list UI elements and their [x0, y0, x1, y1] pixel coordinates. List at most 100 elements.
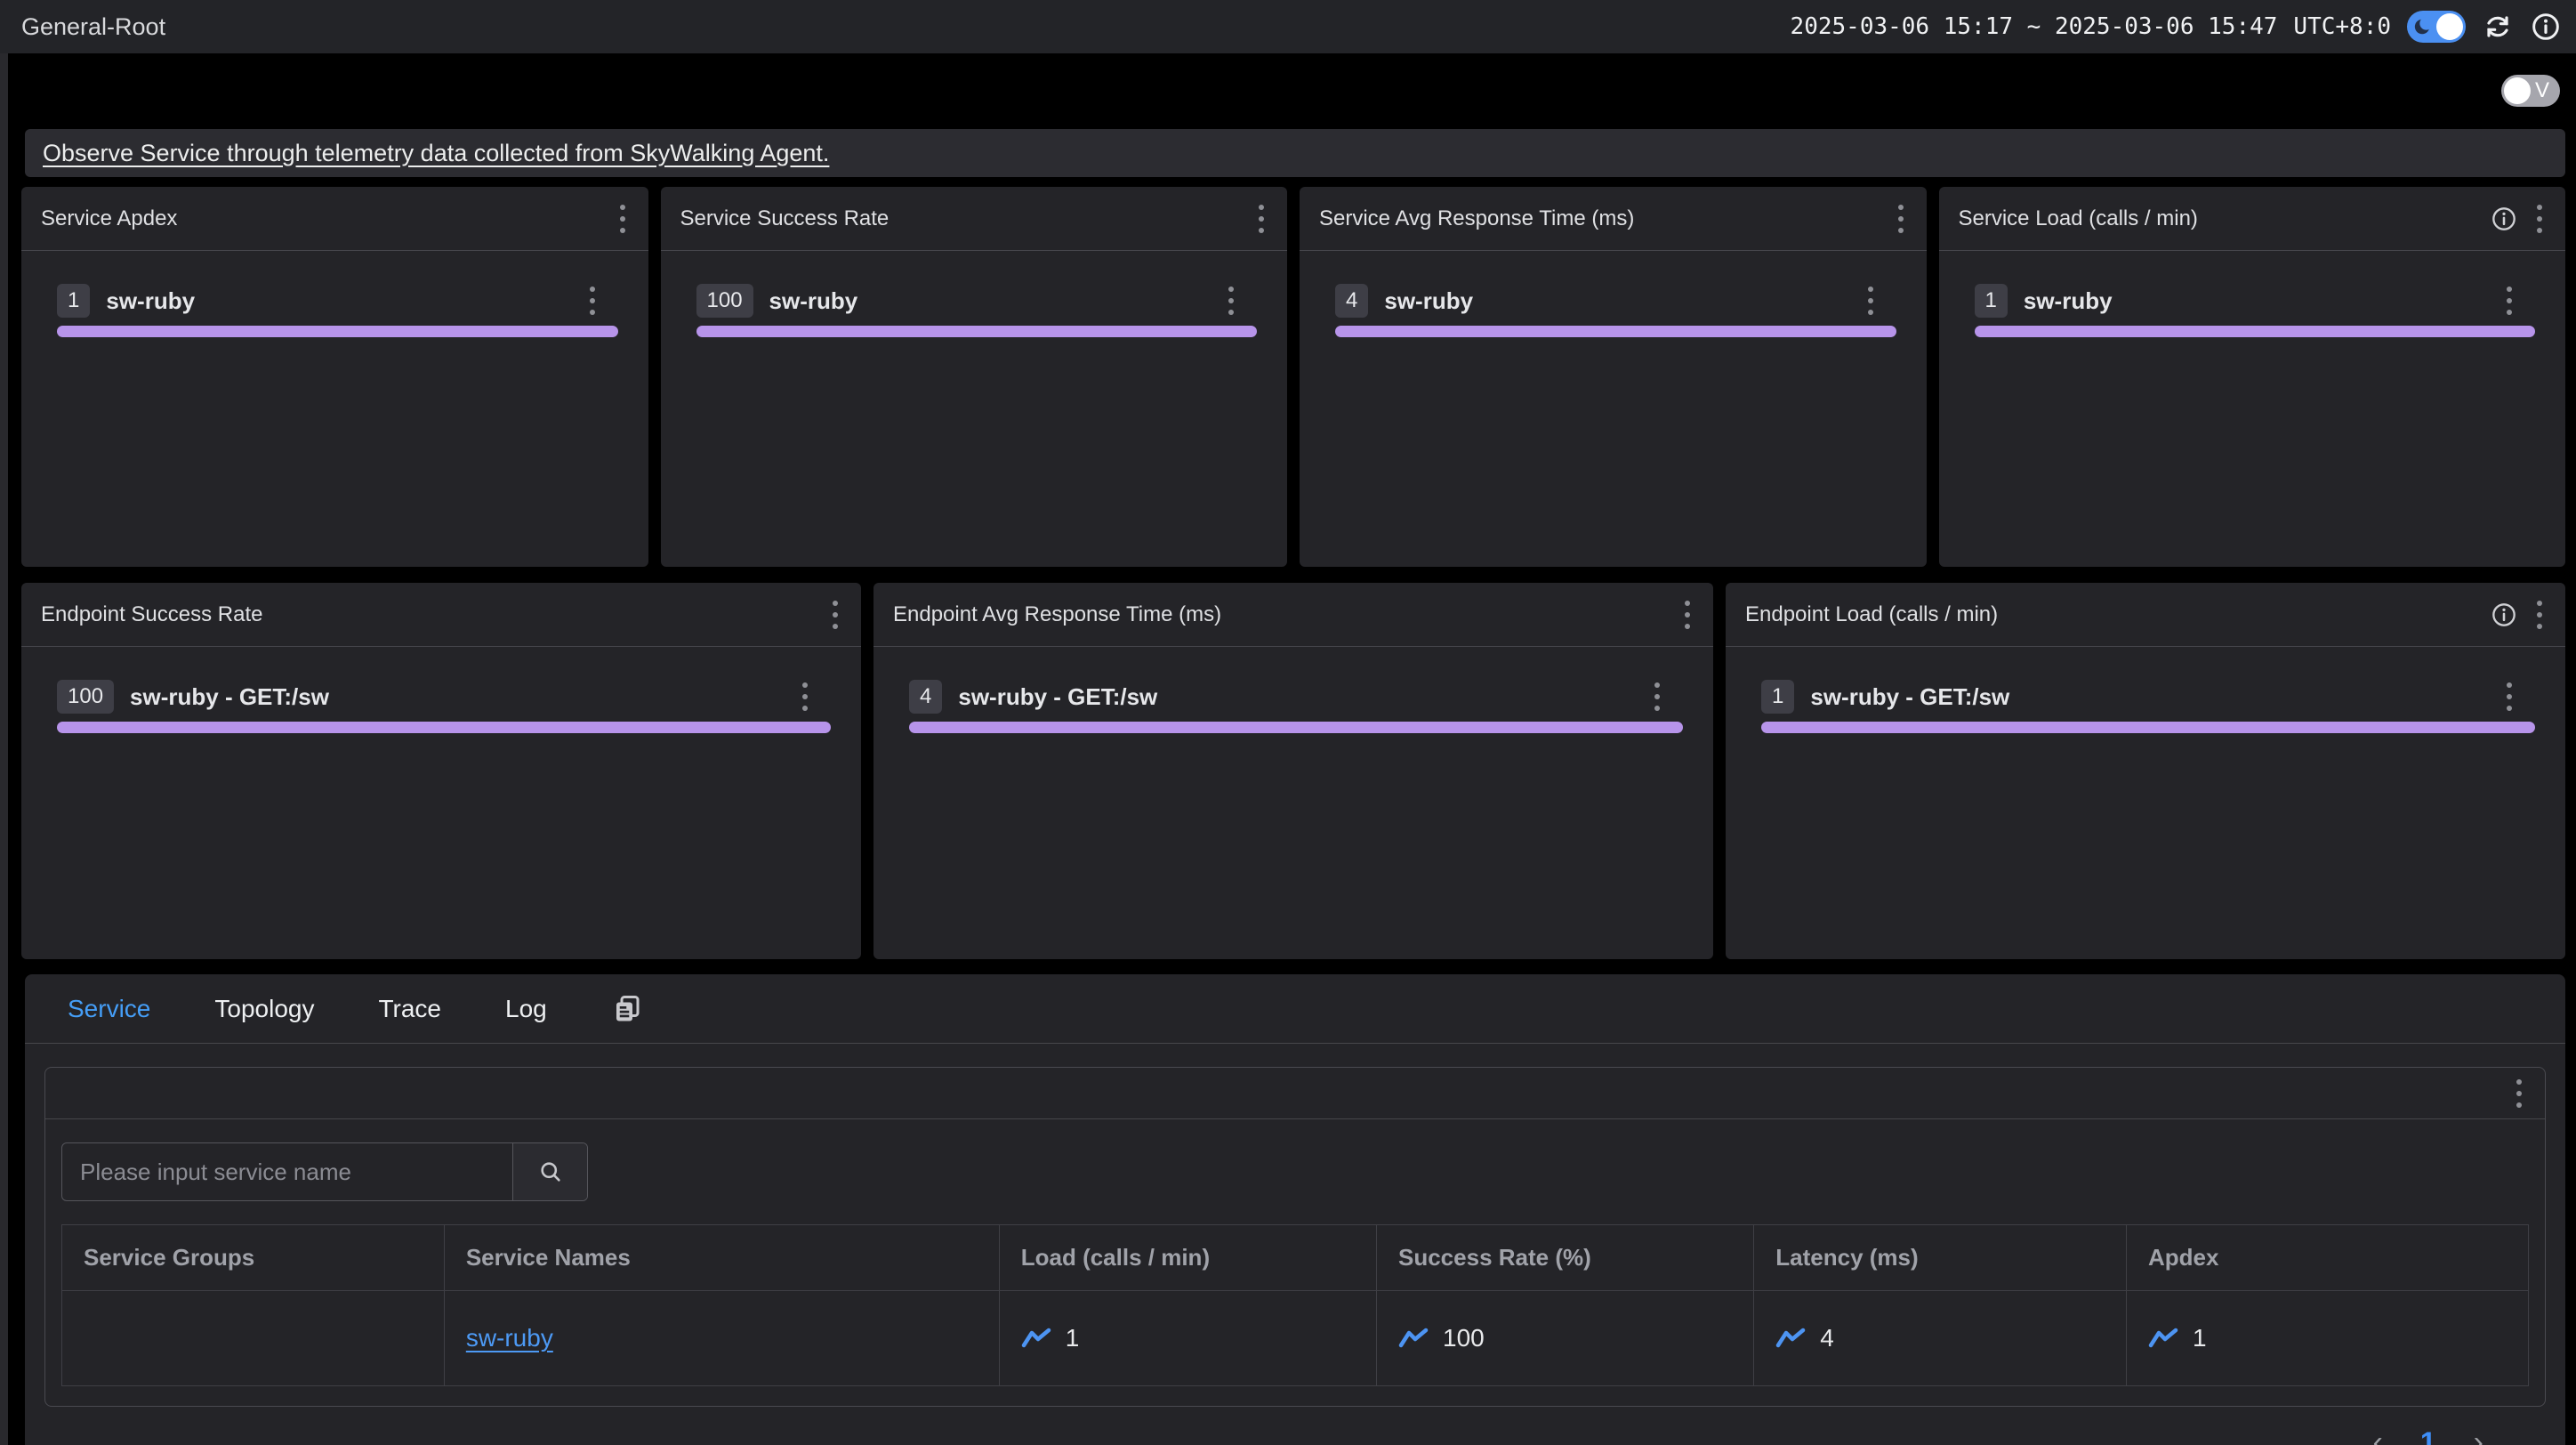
metric-value: 100 [1443, 1324, 1485, 1352]
card-info-icon[interactable] [2491, 601, 2517, 628]
card-menu-kebab-icon[interactable] [2526, 201, 2553, 237]
copy-dashboard-icon[interactable] [611, 993, 643, 1025]
metric-bar [57, 326, 618, 337]
metric-card: Service Avg Response Time (ms) 4 sw-ruby [1300, 187, 1927, 567]
metric-entity-label: sw-ruby [769, 287, 858, 315]
legend-menu-kebab-icon[interactable] [1857, 283, 1884, 319]
card-menu-kebab-icon[interactable] [1248, 201, 1275, 237]
service-table-header-row: Service GroupsService NamesLoad (calls /… [62, 1225, 2529, 1291]
metric-card-body: 100 sw-ruby [661, 251, 1288, 337]
service-name-link[interactable]: sw-ruby [466, 1324, 553, 1352]
pagination: ‹ 1 › [25, 1414, 2565, 1445]
legend-menu-kebab-icon[interactable] [1218, 283, 1244, 319]
metric-value-badge: 100 [57, 680, 114, 714]
edit-view-toggle-knob [2504, 77, 2531, 104]
metric-entity-label: sw-ruby - GET:/sw [958, 683, 1157, 711]
metric-card-body: 1 sw-ruby - GET:/sw [1726, 647, 2565, 733]
legend-menu-kebab-icon[interactable] [579, 283, 606, 319]
sparkline-icon [1021, 1327, 1051, 1350]
legend-menu-kebab-icon[interactable] [792, 679, 818, 714]
metric-card-header: Service Avg Response Time (ms) [1300, 187, 1927, 251]
pagination-current-page[interactable]: 1 [2420, 1426, 2436, 1445]
metric-card-title: Service Success Rate [680, 206, 890, 231]
tab-topology[interactable]: Topology [214, 995, 314, 1023]
search-button[interactable] [512, 1143, 587, 1200]
time-range[interactable]: 2025-03-06 15:17 ~ 2025-03-06 15:47 [1791, 13, 2278, 40]
theme-toggle[interactable] [2407, 11, 2466, 43]
column-header: Latency (ms) [1754, 1225, 2127, 1291]
metric-card-title: Endpoint Load (calls / min) [1745, 602, 1998, 627]
legend-menu-kebab-icon[interactable] [2496, 283, 2523, 319]
service-metric-cards: Service Apdex 1 sw-ruby [21, 187, 2565, 567]
service-name-cell: sw-ruby [444, 1291, 999, 1386]
timezone-label: UTC+8:0 [2293, 13, 2391, 40]
tab-log[interactable]: Log [505, 995, 547, 1023]
tab-trace[interactable]: Trace [378, 995, 441, 1023]
service-search-input[interactable] [62, 1143, 512, 1200]
card-menu-kebab-icon[interactable] [1674, 597, 1701, 633]
sparkline-icon [1775, 1327, 1806, 1350]
metric-card-body: 100 sw-ruby - GET:/sw [21, 647, 861, 733]
success-rate-cell: 100 [1377, 1291, 1754, 1386]
metric-card-title: Service Load (calls / min) [1959, 206, 2198, 231]
table-row: sw-ruby 1 100 4 1 [62, 1291, 2529, 1386]
metric-card-header: Service Success Rate [661, 187, 1288, 251]
card-menu-kebab-icon[interactable] [822, 597, 849, 633]
latency-cell: 4 [1754, 1291, 2127, 1386]
top-bar: General-Root 2025-03-06 15:17 ~ 2025-03-… [0, 0, 2576, 53]
metric-entity-label: sw-ruby - GET:/sw [130, 683, 329, 711]
card-info-icon[interactable] [2491, 206, 2517, 232]
column-header: Load (calls / min) [999, 1225, 1376, 1291]
column-header: Service Names [444, 1225, 999, 1291]
service-group-cell [62, 1291, 445, 1386]
metric-card-header: Endpoint Success Rate [21, 583, 861, 647]
metric-card-body: 4 sw-ruby - GET:/sw [873, 647, 1713, 733]
column-header: Success Rate (%) [1377, 1225, 1754, 1291]
refresh-icon[interactable] [2482, 11, 2514, 43]
search-icon [538, 1159, 563, 1184]
tabs-row: Service Topology Trace Log [25, 974, 2565, 1044]
service-list-widget-header [45, 1068, 2545, 1119]
legend-menu-kebab-icon[interactable] [2496, 679, 2523, 714]
service-table-body: sw-ruby 1 100 4 1 [62, 1291, 2529, 1386]
view-mode-label: V [2535, 78, 2549, 103]
info-icon[interactable] [2530, 11, 2562, 43]
metric-bar [1761, 722, 2535, 733]
metric-card-title: Service Apdex [41, 206, 177, 231]
card-menu-kebab-icon[interactable] [609, 201, 636, 237]
metric-bar [909, 722, 1683, 733]
metric-card: Service Success Rate 100 sw-ruby [661, 187, 1288, 567]
metric-card-title: Endpoint Avg Response Time (ms) [893, 602, 1221, 627]
tabs-group: Service Topology Trace Log [68, 995, 547, 1023]
pagination-prev-icon[interactable]: ‹ [2373, 1427, 2383, 1445]
pagination-next-icon[interactable]: › [2474, 1427, 2483, 1445]
metric-card: Endpoint Load (calls / min) 1 sw-ruby - … [1726, 583, 2565, 959]
search-row [61, 1142, 2545, 1201]
tab-service[interactable]: Service [68, 995, 150, 1023]
metric-value-badge: 100 [696, 284, 753, 318]
apdex-cell: 1 [2126, 1291, 2528, 1386]
metric-bar [57, 722, 831, 733]
edit-view-toggle[interactable]: V [2501, 75, 2560, 107]
dashboard-tabs-panel: Service Topology Trace Log [25, 974, 2565, 1445]
metric-card-body: 1 sw-ruby [1939, 251, 2566, 337]
metric-card: Service Apdex 1 sw-ruby [21, 187, 648, 567]
widget-menu-kebab-icon[interactable] [2506, 1076, 2532, 1111]
metric-bar [1335, 326, 1896, 337]
metric-entity-label: sw-ruby [2024, 287, 2113, 315]
skywalking-agent-link[interactable]: Observe Service through telemetry data c… [43, 140, 829, 167]
metric-bar [696, 326, 1258, 337]
legend-menu-kebab-icon[interactable] [1644, 679, 1670, 714]
card-menu-kebab-icon[interactable] [2526, 597, 2553, 633]
metric-value: 1 [1066, 1324, 1080, 1352]
card-menu-kebab-icon[interactable] [1888, 201, 1914, 237]
metric-value-badge: 1 [1761, 680, 1794, 714]
metric-value-badge: 4 [909, 680, 942, 714]
metric-card-title: Service Avg Response Time (ms) [1319, 206, 1634, 231]
sparkline-icon [1398, 1327, 1429, 1350]
metric-entity-label: sw-ruby [106, 287, 195, 315]
endpoint-metric-cards: Endpoint Success Rate 100 sw-ruby - GET:… [21, 583, 2565, 959]
service-table: Service GroupsService NamesLoad (calls /… [61, 1224, 2529, 1386]
column-header: Apdex [2126, 1225, 2528, 1291]
metric-card: Endpoint Avg Response Time (ms) 4 sw-rub… [873, 583, 1713, 959]
